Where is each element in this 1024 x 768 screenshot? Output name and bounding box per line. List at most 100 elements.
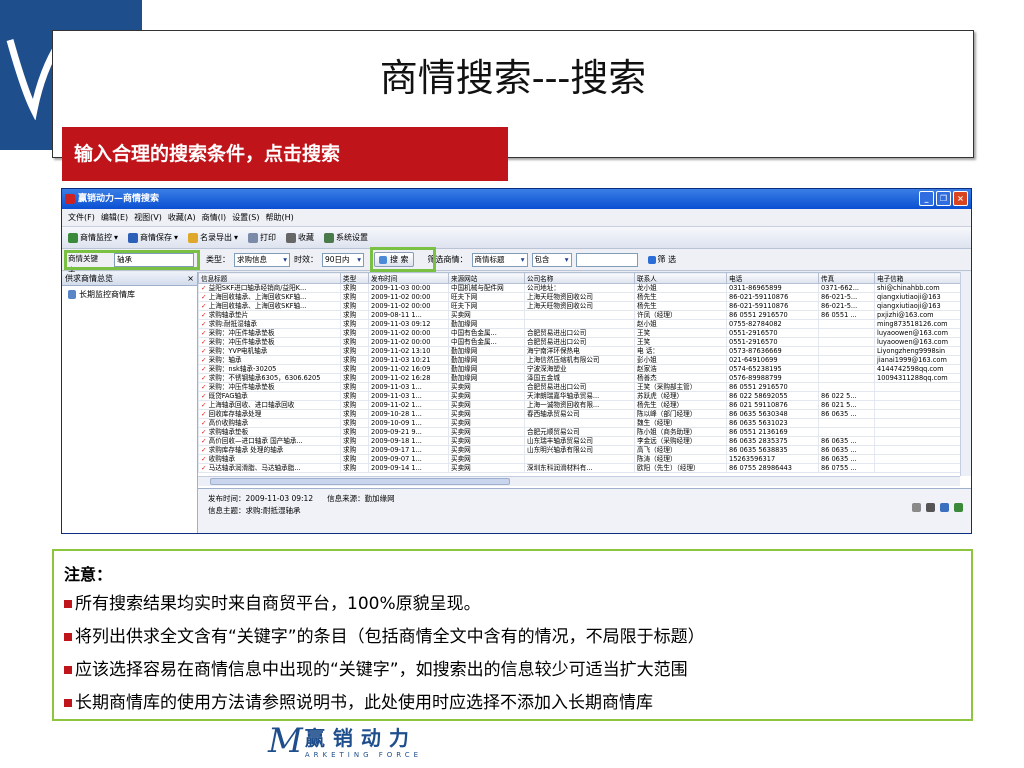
toolbar-favorite-button[interactable]: 收藏 xyxy=(286,232,314,243)
toolbar-save-button[interactable]: 商情保存 ▾ xyxy=(128,232,178,243)
export-icon[interactable] xyxy=(954,503,963,512)
restore-button[interactable]: ❐ xyxy=(936,191,951,206)
column-header[interactable]: 来源网站 xyxy=(448,272,525,284)
search-icon[interactable] xyxy=(940,503,949,512)
table-row[interactable]: ✓ 求购：不锈钢轴承6305，6306.6205 求购 2009-11-02 16:… xyxy=(198,373,969,383)
check-icon: ✓ xyxy=(201,293,209,301)
table-cell: ✓ 上海回收轴承、上海回收SKF轴... xyxy=(198,301,341,311)
tree-item-longterm-library[interactable]: 长期监控商情库 xyxy=(62,286,197,303)
table-row[interactable]: ✓ 高价回收—进口轴承 国产轴承... 求购 2009-09-18 1... 买卖网山… xyxy=(198,436,969,446)
column-header[interactable]: 传真 xyxy=(818,272,875,284)
close-button[interactable]: × xyxy=(953,191,968,206)
table-row[interactable]: ✓ 采购：冲压件轴承垫板 求购 2009-11-03 1... 买卖网 合肥贸易进出口公… xyxy=(198,382,969,392)
minimize-button[interactable]: _ xyxy=(919,191,934,206)
edit-icon[interactable] xyxy=(926,503,935,512)
table-row[interactable]: ✓ 求购轴承垫板 求购 2009-09-21 9... 买卖网 合肥元顺贸易公司 陈小姐（… xyxy=(198,427,969,437)
pen-icon xyxy=(286,232,297,243)
table-row[interactable]: ✓ 求购库存轴承 处理的轴承 求购 2009-09-17 1... 买卖网 山东明兴轴承… xyxy=(198,445,969,455)
scrollbar-thumb[interactable] xyxy=(210,478,510,485)
table-row[interactable]: ✓ 求购轴承垫片 求购 2009-08-11 1... 买卖网 许凤（经理） 86 055… xyxy=(198,310,969,320)
table-cell: 高飞（经理） xyxy=(634,445,727,455)
table-cell: 2009-11-03 10:21 xyxy=(368,355,449,365)
table-row[interactable]: ✓ 采购：轴承 求购 2009-11-03 10:21 勤加缘网 上海信然压缩机有限公司… xyxy=(198,355,969,365)
column-header[interactable]: 发布时间 xyxy=(368,272,449,284)
filter-input[interactable] xyxy=(575,252,638,267)
table-cell: 勤加缘网 xyxy=(448,373,525,383)
cell-text: 采购：冲压件轴承垫板 xyxy=(208,329,275,337)
table-cell: ming873518126.com xyxy=(874,319,969,329)
table-row[interactable]: ✓ 采购：nsk轴承-30205 求购 2009-11-02 16:09 勤加缘网 宁波… xyxy=(198,364,969,374)
check-icon: ✓ xyxy=(201,392,209,400)
toolbar-system-settings-label: 系统设置 xyxy=(336,233,369,242)
table-cell: luyaoowen@163.com xyxy=(874,328,969,338)
table-cell xyxy=(818,319,875,329)
instruction-banner: 输入合理的搜索条件，点击搜索 xyxy=(62,127,508,181)
table-row[interactable]: ✓ 高价收购轴承 求购 2009-10-09 1... 买卖网 魏生（经理） 86 063… xyxy=(198,418,969,428)
vertical-scrollbar[interactable] xyxy=(960,272,971,476)
table-cell: 求购 xyxy=(340,436,369,446)
period-select[interactable]: 90日内 ▾ xyxy=(322,252,364,267)
toolbar-system-settings-button[interactable]: 系统设置 xyxy=(324,232,368,243)
menu-file[interactable]: 文件(F) xyxy=(68,212,95,223)
detail-subject-label: 信息主题： xyxy=(208,506,246,515)
menu-edit[interactable]: 编辑(E) xyxy=(101,212,128,223)
table-row[interactable]: ✓ 采购：冲压件轴承垫板 求购 2009-11-02 00:00 中国有色金属... 合… xyxy=(198,328,969,338)
menu-view[interactable]: 视图(V) xyxy=(134,212,162,223)
table-cell: 深圳东科润滑材料有... xyxy=(524,463,635,473)
panel-close-icon[interactable]: × xyxy=(187,274,194,283)
table-row[interactable]: ✓ 马达轴承润滑脂、马达轴承脂... 求购 2009-09-14 1... 买卖网 深圳… xyxy=(198,463,969,473)
table-cell: 买卖网 xyxy=(448,391,525,401)
table-cell: ✓ 回收库存轴承处理 xyxy=(198,409,341,419)
table-cell: ✓ 上海回收轴承、上海回收SKF轴... xyxy=(198,292,341,302)
filter-button[interactable]: 筛 选 xyxy=(647,254,676,265)
cell-text: 求购轴承垫片 xyxy=(208,311,249,319)
check-icon: ✓ xyxy=(201,347,209,355)
table-row[interactable]: ✓ 采购：冲压件轴承垫板 求购 2009-11-02 00:00 中国有色金属... 合… xyxy=(198,337,969,347)
column-header[interactable]: 公司名称 xyxy=(524,272,635,284)
table-cell xyxy=(874,418,969,428)
table-cell: 求购 xyxy=(340,355,369,365)
table-cell xyxy=(818,328,875,338)
table-cell xyxy=(818,346,875,356)
column-header[interactable]: 联系人 xyxy=(634,272,727,284)
column-header[interactable]: 电话 xyxy=(726,272,819,284)
table-cell: ✓ 求购:耐抵湿轴承 xyxy=(198,319,341,329)
table-cell: 陈小姐（商务助理） xyxy=(634,427,727,437)
print-icon[interactable] xyxy=(912,503,921,512)
table-cell: 86 0551 2136169 xyxy=(726,427,819,437)
table-row[interactable]: ✓ 采购：YVP电机轴承 求购 2009-11-02 13:10 勤加缘网 海宁南洋环保… xyxy=(198,346,969,356)
table-row[interactable]: ✓ 既贷FAG轴承 求购 2009-11-03 1... 买卖网 天津朗瑞嘉华轴承贸易.… xyxy=(198,391,969,401)
type-select[interactable]: 求购信息 ▾ xyxy=(234,252,290,267)
toolbar-export-button[interactable]: 名录导出 ▾ xyxy=(188,232,238,243)
filter-field-select[interactable]: 商情标题 ▾ xyxy=(471,252,528,267)
horizontal-scrollbar[interactable] xyxy=(198,476,960,486)
table-row[interactable]: ✓ 收购轴承 求购 2009-09-07 1... 买卖网 陈涛（经理） 15263596… xyxy=(198,454,969,464)
menu-favorites[interactable]: 收藏(A) xyxy=(168,212,196,223)
table-row[interactable]: ✓ 上海轴承回收、进口轴承回收 求购 2009-11-02 1... 买卖网 上海一诚物… xyxy=(198,400,969,410)
results-table: 信息标题 类型 发布时间 来源网站 公司名称 联系人 电话 传真 电子信箱 ✓ … xyxy=(198,272,969,473)
table-cell: 勤加缘网 xyxy=(448,355,525,365)
table-cell: 海宁南洋环保热电 xyxy=(524,346,635,356)
table-cell xyxy=(874,463,969,473)
table-row[interactable]: ✓ 求购:耐抵湿轴承 求购 2009-11-03 09:12 勤加缘网 赵小姐 0755-… xyxy=(198,319,969,329)
table-row[interactable]: ✓ 益阳SKF进口轴承经销商/益阳K... 求购 2009-11-03 00:00 中… xyxy=(198,283,969,293)
table-cell: 2009-10-09 1... xyxy=(368,418,449,428)
column-header[interactable]: 类型 xyxy=(340,272,369,284)
filter-op-select[interactable]: 包含 ▾ xyxy=(531,252,572,267)
table-cell: ✓ 收购轴承 xyxy=(198,454,341,464)
toolbar-print-button[interactable]: 打印 xyxy=(248,232,276,243)
table-cell: 2009-10-28 1... xyxy=(368,409,449,419)
table-cell: 2009-09-07 1... xyxy=(368,454,449,464)
menu-info[interactable]: 商情(I) xyxy=(202,212,227,223)
table-row[interactable]: ✓ 回收库存轴承处理 求购 2009-10-28 1... 买卖网 春西轴承贸易公司 陈以… xyxy=(198,409,969,419)
menu-settings[interactable]: 设置(S) xyxy=(232,212,259,223)
table-cell: 上海信然压缩机有限公司 xyxy=(524,355,635,365)
table-row[interactable]: ✓ 上海回收轴承、上海回收SKF轴... 求购 2009-11-02 00:00 旺夫… xyxy=(198,292,969,302)
column-header[interactable]: 信息标题 xyxy=(198,272,341,284)
column-header[interactable]: 电子信箱 xyxy=(874,272,969,284)
toolbar-monitor-button[interactable]: 商情监控 ▾ xyxy=(68,232,118,243)
table-header-row: 信息标题 类型 发布时间 来源网站 公司名称 联系人 电话 传真 电子信箱 xyxy=(198,272,969,284)
menu-help[interactable]: 帮助(H) xyxy=(266,212,294,223)
table-cell: 86 0635 ... xyxy=(818,409,875,419)
table-row[interactable]: ✓ 上海回收轴承、上海回收SKF轴... 求购 2009-11-02 00:00 旺夫… xyxy=(198,301,969,311)
